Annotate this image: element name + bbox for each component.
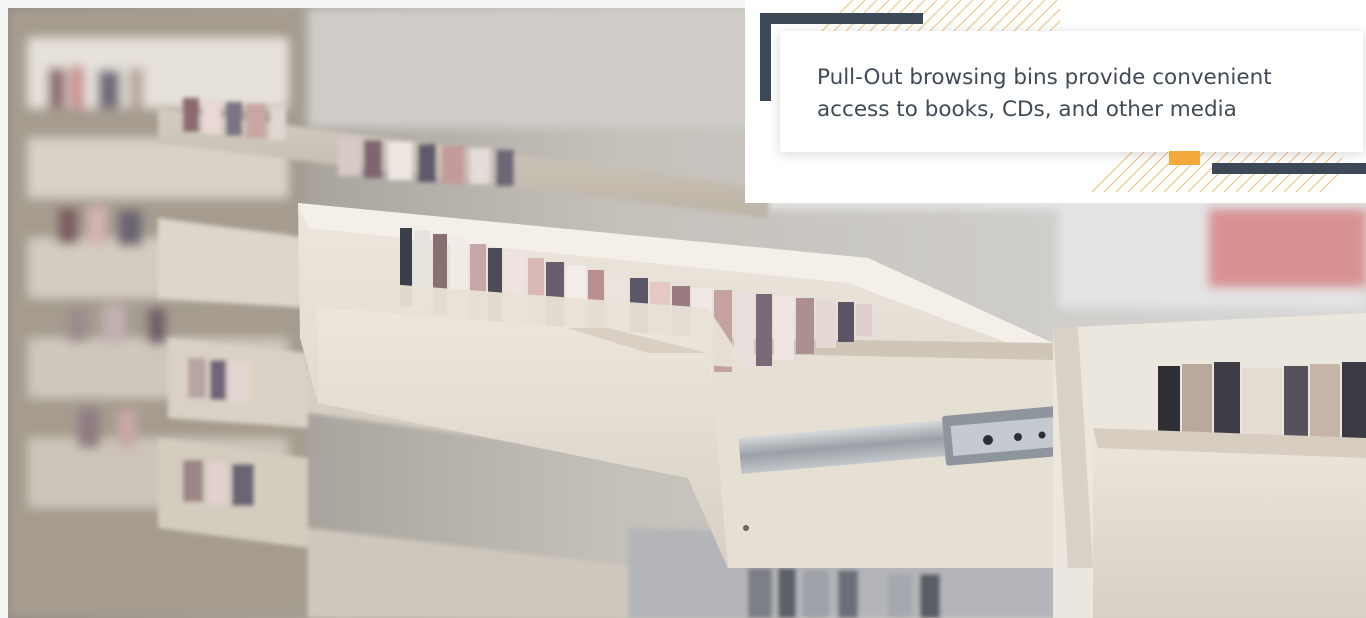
accent-bar — [760, 13, 923, 24]
banner-stage: Pull-Out browsing bins provide convenien… — [0, 0, 1366, 618]
caption-card: Pull-Out browsing bins provide convenien… — [780, 31, 1363, 152]
accent-square — [1169, 151, 1200, 165]
accent-bar — [760, 13, 771, 101]
accent-bar — [1212, 163, 1366, 174]
caption-text: Pull-Out browsing bins provide convenien… — [817, 65, 1272, 122]
